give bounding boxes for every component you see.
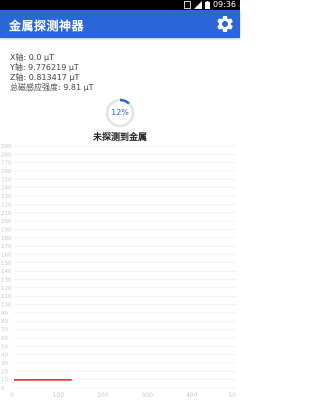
progress-percent: 12% <box>111 108 129 117</box>
y-tick-label: 50 <box>1 344 8 350</box>
x-tick-label: 100 <box>53 392 65 399</box>
y-tick-label: 150 <box>1 261 12 267</box>
y-tick-label: 0 <box>1 386 5 392</box>
y-tick-label: 250 <box>1 177 12 183</box>
y-tick-label: 160 <box>1 252 12 258</box>
gear-icon[interactable] <box>215 14 235 34</box>
y-tick-label: 200 <box>1 219 12 225</box>
y-tick-label: 60 <box>1 336 8 342</box>
y-tick-label: 120 <box>1 286 12 292</box>
status-bar: 09:36 <box>0 0 240 10</box>
y-tick-label: 80 <box>1 319 8 325</box>
sim-icon <box>184 1 191 9</box>
x-tick-label: 50 <box>228 392 236 399</box>
y-tick-label: 280 <box>1 152 12 158</box>
signal-icon <box>193 1 202 9</box>
y-tick-label: 110 <box>1 294 12 300</box>
y-tick-label: 40 <box>1 353 8 359</box>
status-time: 09:36 <box>212 0 236 9</box>
z-axis-reading: Z轴: 0.813417 μT <box>10 73 80 82</box>
y-tick-label: 20 <box>1 369 8 375</box>
y-tick-label: 270 <box>1 161 12 167</box>
y-tick-label: 70 <box>1 328 8 334</box>
y-tick-label: 170 <box>1 244 12 250</box>
y-tick-label: 240 <box>1 186 12 192</box>
x-tick-label: 0 <box>10 392 14 399</box>
x-tick-label: 300 <box>141 392 153 399</box>
status-icons: 09:36 <box>184 0 236 10</box>
magnetic-field-chart: 0 10 20 30 40 50 60 70 80 90 100 110 120 130 140 150 160… <box>1 144 236 399</box>
y-tick-label: 10 <box>1 378 8 384</box>
battery-icon <box>204 1 210 9</box>
y-tick-label: 220 <box>1 202 12 208</box>
detection-progress: 12% <box>104 97 136 129</box>
y-tick-label: 140 <box>1 269 12 275</box>
y-tick-label: 180 <box>1 236 12 242</box>
y-tick-label: 290 <box>1 144 12 150</box>
y-tick-label: 190 <box>1 227 12 233</box>
y-tick-label: 130 <box>1 278 12 284</box>
y-tick-label: 90 <box>1 311 8 317</box>
x-axis-reading: X轴: 0.0 μT <box>10 53 54 62</box>
x-tick-label: 400 <box>186 392 198 399</box>
y-axis-reading: Y轴: 9.776219 μT <box>10 63 79 72</box>
y-tick-label: 210 <box>1 211 12 217</box>
y-tick-label: 100 <box>1 303 12 309</box>
sensor-readings: X轴: 0.0 μT Y轴: 9.776219 μT Z轴: 0.813417 … <box>10 53 94 93</box>
x-tick-label: 200 <box>97 392 109 399</box>
y-tick-label: 260 <box>1 169 12 175</box>
y-tick-label: 230 <box>1 194 12 200</box>
total-field-reading: 总磁感应强度: 9.81 μT <box>10 83 94 92</box>
y-tick-label: 30 <box>1 361 8 367</box>
app-title: 金属探测神器 <box>9 19 85 33</box>
app-bar: 金属探测神器 <box>0 10 240 38</box>
